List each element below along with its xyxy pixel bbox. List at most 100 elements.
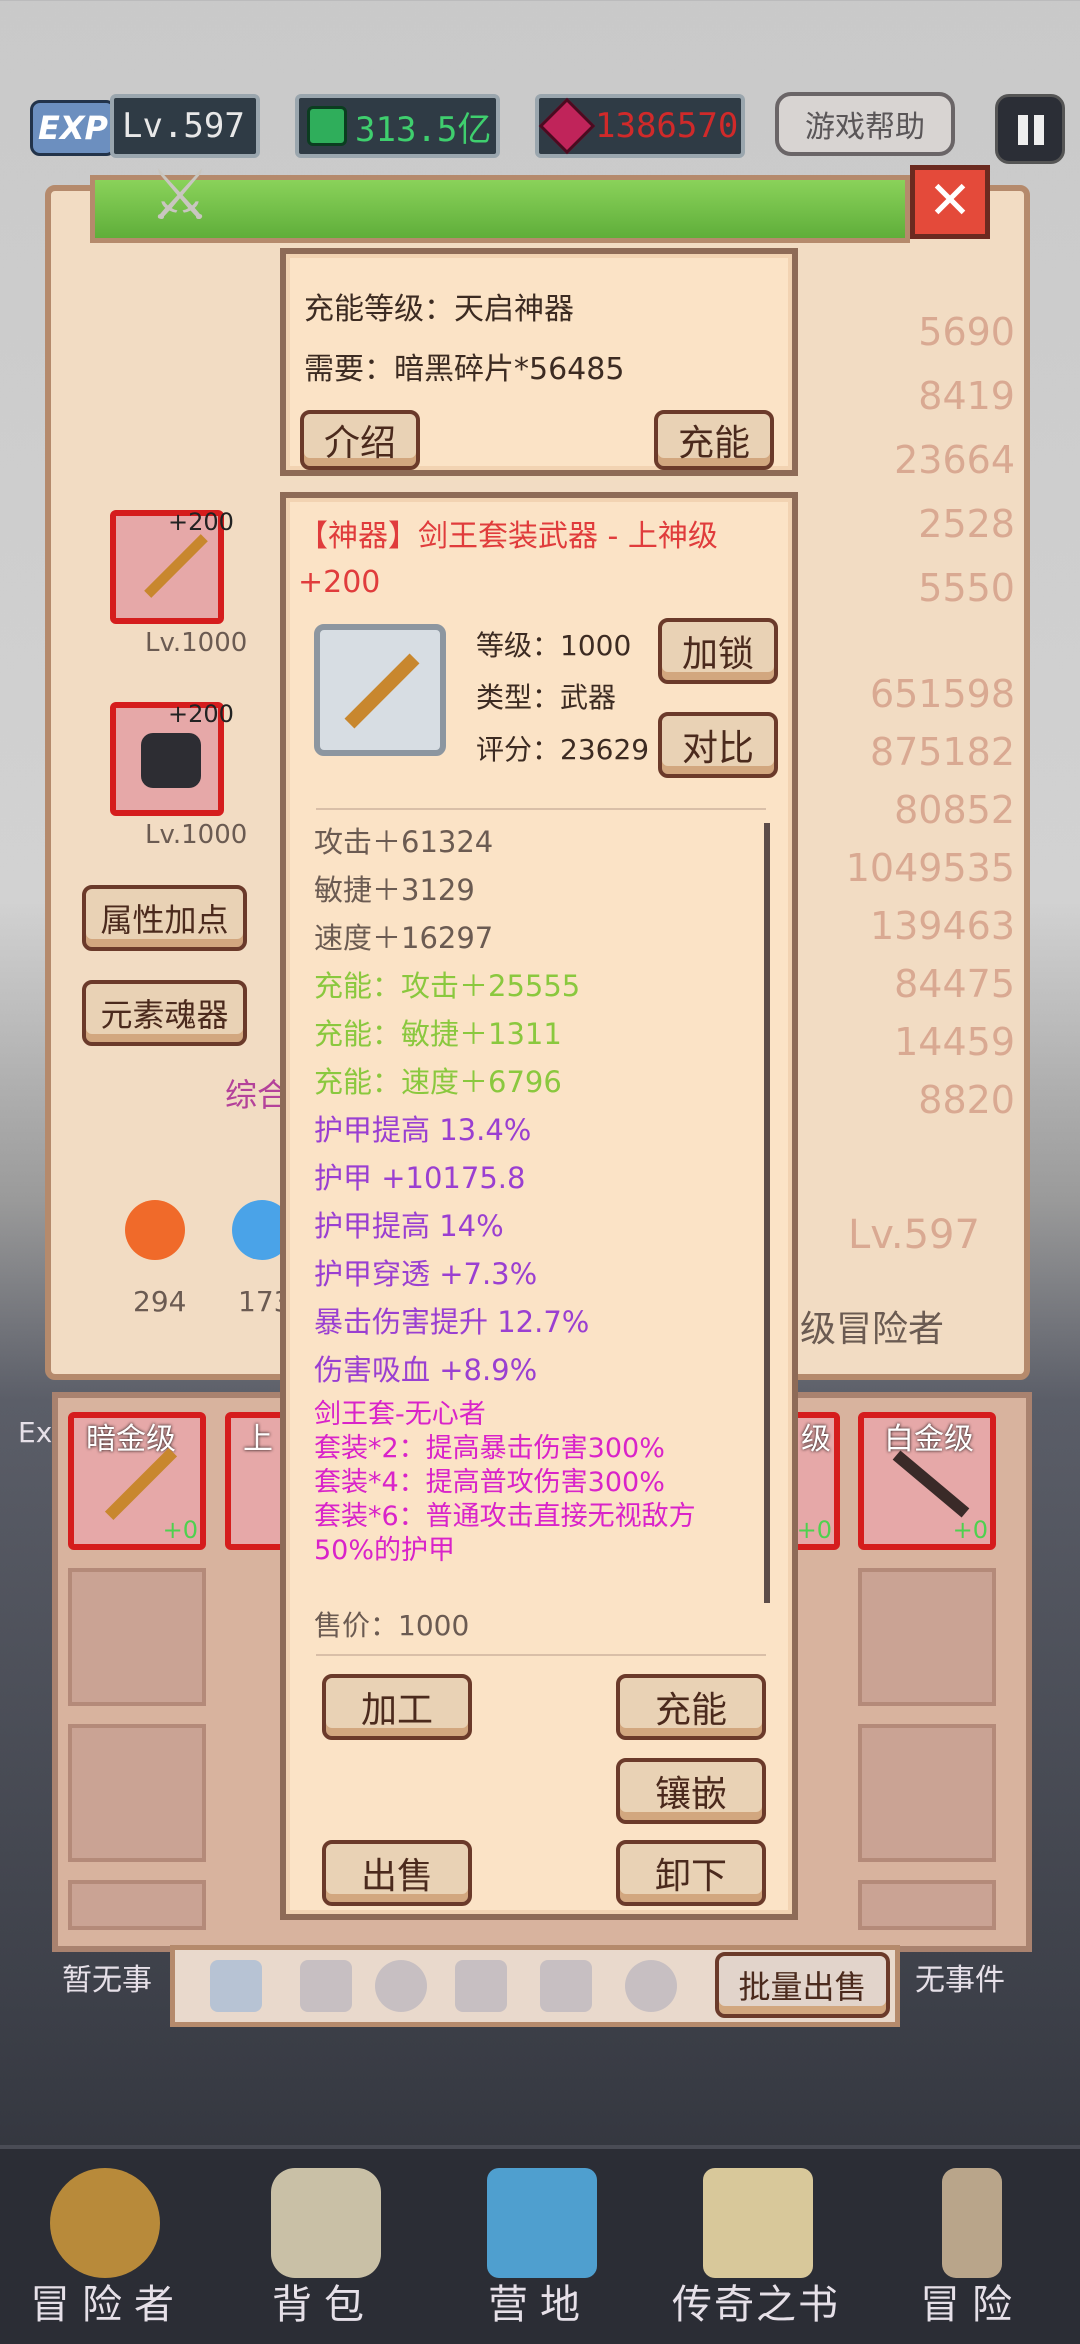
stats-scrollbar[interactable]	[764, 823, 770, 1603]
slot-badge: +200	[168, 700, 234, 728]
unequip-button[interactable]: 卸下	[616, 1840, 766, 1906]
crossed-swords-icon: ⚔	[148, 154, 212, 236]
extra-stat: 暴击伤害提升 12.7%	[314, 1305, 590, 1339]
exp-badge: EXP	[30, 100, 116, 156]
level-box: Lv.597	[110, 94, 260, 158]
compare-button[interactable]: 对比	[658, 712, 778, 778]
helmet-icon	[50, 2168, 160, 2278]
charge-level-label: 充能等级：天启神器	[304, 292, 574, 327]
sell-button[interactable]: 出售	[322, 1840, 472, 1906]
close-button[interactable]: ✕	[910, 165, 990, 239]
game-help-button[interactable]: 游戏帮助	[775, 92, 955, 156]
charge-stat: 充能：攻击＋25555	[314, 969, 581, 1003]
process-button[interactable]: 加工	[322, 1674, 472, 1740]
batch-sell-button[interactable]: 批量出售	[715, 1952, 890, 2018]
inventory-empty-cell[interactable]	[858, 1724, 996, 1862]
charge-item-button[interactable]: 充能	[616, 1674, 766, 1740]
stats-bottom-column: 651598 875182 80852 1049535 139463 84475…	[846, 665, 1015, 1129]
slot-level: Lv.1000	[145, 628, 248, 658]
nav-item-backpack[interactable]: 背包	[216, 2150, 432, 2340]
tab-weapon-icon[interactable]	[210, 1960, 262, 2012]
backpack-icon	[271, 2168, 381, 2278]
element-soul-button[interactable]: 元素魂器	[82, 980, 247, 1046]
player-level-text: Lv.597	[122, 106, 245, 146]
lock-button[interactable]: 加锁	[658, 618, 778, 684]
ruby-count: 1386570	[595, 106, 739, 146]
item-level: 等级：1000	[476, 629, 632, 662]
item-detail-popup: 【神器】剑王套装武器 - 上神级+200 等级：1000 类型：武器 评分：23…	[280, 492, 798, 1920]
base-stat: 速度＋16297	[314, 921, 494, 955]
nav-label: 传奇之书	[672, 2282, 840, 2328]
ruby-icon	[538, 97, 596, 155]
pause-icon-bar	[1034, 115, 1044, 145]
plus-zero: +0	[162, 1516, 198, 1544]
inventory-tag: 级	[801, 1422, 831, 1457]
nav-label: 营地	[488, 2282, 592, 2328]
player-level-badge: Lv.597	[848, 1212, 980, 1258]
inventory-empty-cell[interactable]	[858, 1880, 996, 1930]
tab-boots-icon[interactable]	[540, 1960, 592, 2012]
inventory-empty-cell[interactable]	[68, 1568, 206, 1706]
nav-item-camp[interactable]: 营地	[432, 2150, 648, 2340]
divider	[316, 808, 766, 810]
inventory-item[interactable]: 白金级 +0	[858, 1412, 996, 1550]
inventory-tag: 暗金级	[86, 1422, 176, 1457]
inlay-button[interactable]: 镶嵌	[616, 1758, 766, 1824]
slot-level: Lv.1000	[145, 820, 248, 850]
stat-value: 14459	[894, 1020, 1015, 1064]
intro-button[interactable]: 介绍	[300, 410, 420, 470]
nav-label: 冒险	[920, 2282, 1024, 2328]
set-name: 剑王套-无心者	[314, 1399, 486, 1430]
sword-icon	[344, 653, 420, 729]
stat-value: 8820	[918, 1078, 1015, 1122]
tab-helmet-icon[interactable]	[375, 1960, 427, 2012]
extra-stat: 护甲提高 14%	[314, 1209, 504, 1243]
attribute-points-button[interactable]: 属性加点	[82, 885, 247, 951]
tab-chest-icon[interactable]	[455, 1960, 507, 2012]
gem-counter: 313.5亿	[295, 94, 500, 158]
set-bonus: 套装*4：提高普攻伤害300%	[314, 1467, 665, 1498]
item-price: 售价：1000	[314, 1609, 470, 1642]
plus-zero: +0	[952, 1516, 988, 1544]
extra-stat: 护甲提高 13.4%	[314, 1113, 532, 1147]
plus-zero: +0	[796, 1516, 832, 1544]
inventory-empty-cell[interactable]	[68, 1880, 206, 1930]
inventory-item[interactable]: 暗金级 +0	[68, 1412, 206, 1550]
inventory-empty-cell[interactable]	[68, 1724, 206, 1862]
stat-value: 23664	[894, 438, 1015, 482]
base-stat: 攻击＋61324	[314, 825, 494, 859]
stat-value: 5550	[918, 566, 1015, 610]
stats-top-column: 5690 8419 23664 2528 5550	[894, 300, 1015, 620]
charge-stat: 充能：敏捷＋1311	[314, 1017, 562, 1051]
camp-banner-icon	[487, 2168, 597, 2278]
nav-label: 冒险者	[30, 2282, 186, 2328]
nav-item-adventure[interactable]: 冒险	[864, 2150, 1080, 2340]
stat-value: 139463	[869, 904, 1015, 948]
extra-stat: 伤害吸血 +8.9%	[314, 1353, 538, 1387]
book-icon	[703, 2168, 813, 2278]
exp-side-label: Ex	[18, 1416, 53, 1449]
fire-essence-count: 294	[133, 1285, 187, 1318]
inventory-tag: 上	[243, 1422, 273, 1457]
stat-value: 1049535	[845, 846, 1015, 890]
inventory-tag: 白金级	[884, 1422, 974, 1457]
charge-button[interactable]: 充能	[654, 410, 774, 470]
item-score: 评分：23629	[476, 733, 650, 766]
inventory-empty-cell[interactable]	[858, 1568, 996, 1706]
tab-ring-icon[interactable]	[625, 1960, 677, 2012]
item-title: 【神器】剑王套装武器 - 上神级+200	[298, 519, 718, 600]
pause-button[interactable]	[995, 94, 1065, 164]
sword-icon	[104, 1447, 178, 1521]
gem-icon	[307, 106, 347, 146]
player-rank: 级冒险者	[800, 1309, 945, 1350]
charge-need-label: 需要：暗黑碎片*56485	[304, 352, 625, 387]
nav-item-legend-book[interactable]: 传奇之书	[648, 2150, 864, 2340]
tab-armor-icon[interactable]	[300, 1960, 352, 2012]
nav-label: 背包	[272, 2282, 376, 2328]
gloves-icon	[141, 733, 201, 788]
set-bonus: 套装*2：提高暴击伤害300%	[314, 1433, 665, 1464]
stat-value: 80852	[894, 788, 1015, 832]
stat-value: 5690	[918, 310, 1015, 354]
divider	[316, 1654, 766, 1656]
nav-item-adventurer[interactable]: 冒险者	[0, 2150, 216, 2340]
